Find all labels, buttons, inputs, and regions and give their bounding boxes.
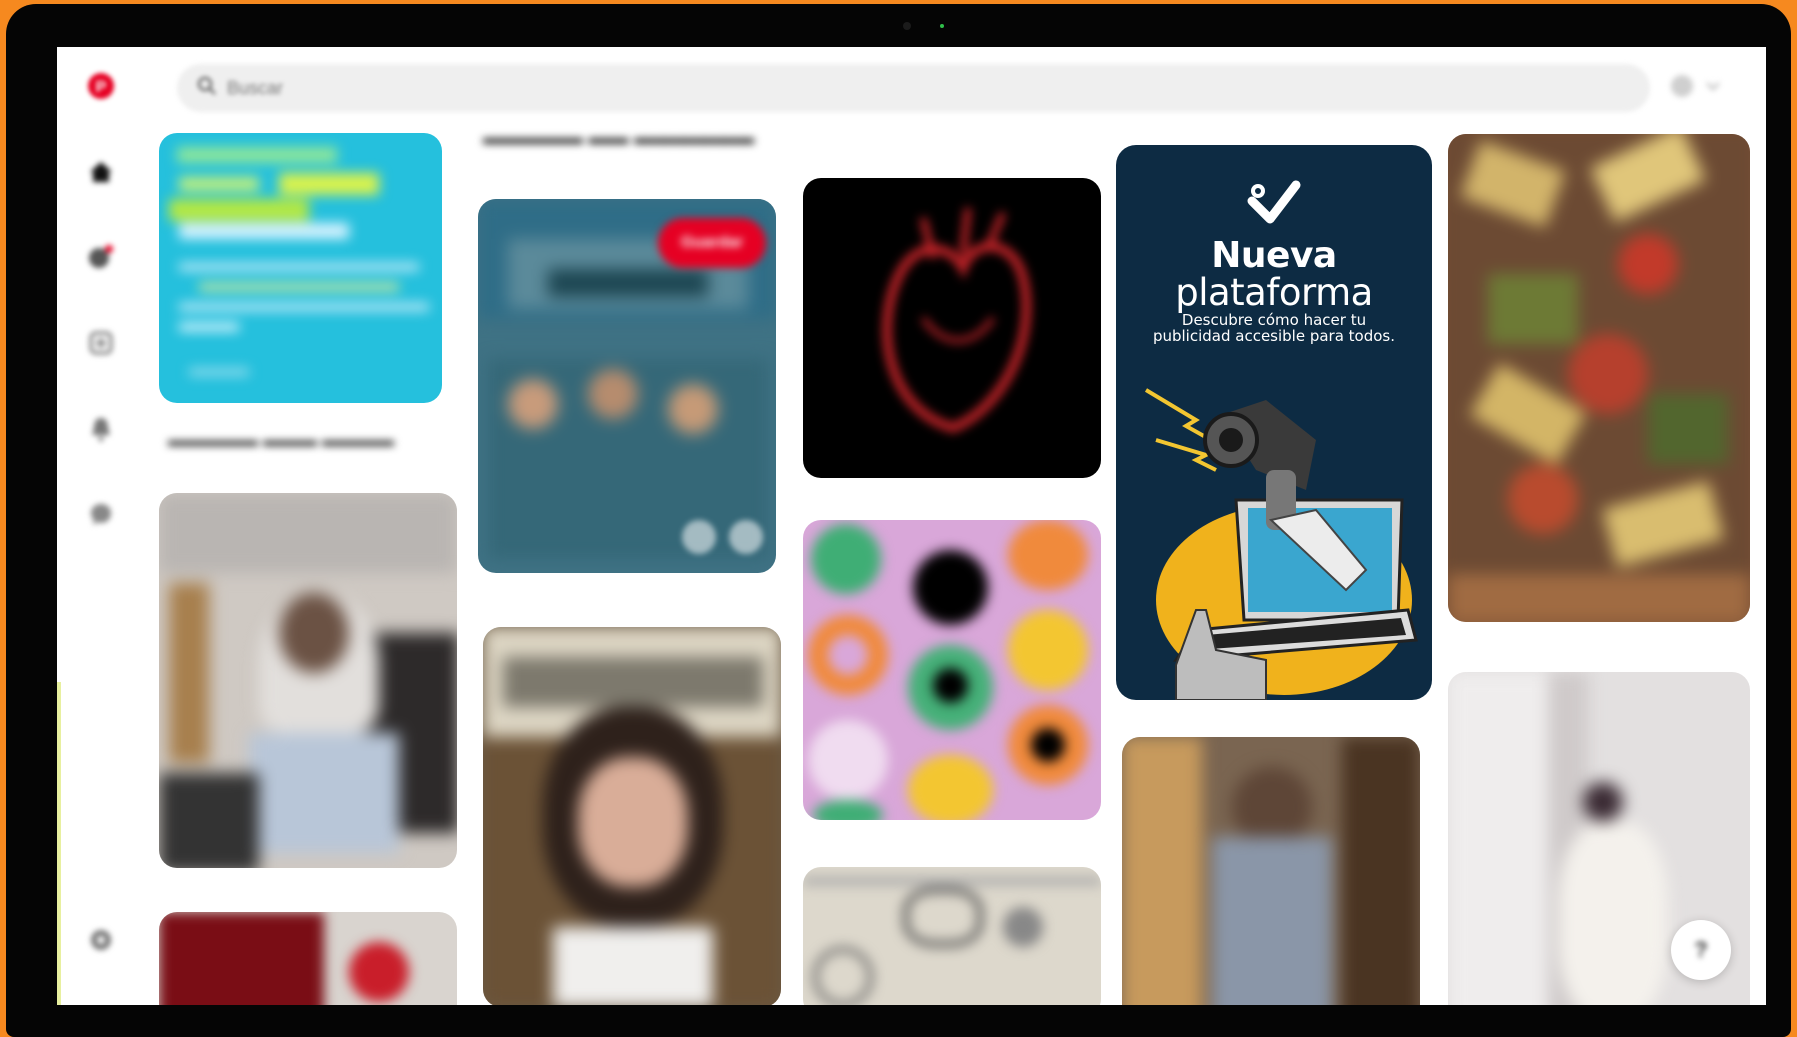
logo-icon[interactable]: P (77, 62, 125, 110)
help-button[interactable]: ? (1671, 920, 1731, 980)
camera-led-icon (940, 24, 944, 28)
ad-title-secondary: plataforma (1175, 271, 1373, 314)
messages-icon[interactable] (77, 490, 125, 538)
chevron-down-icon[interactable] (1705, 79, 1721, 93)
search-input[interactable] (225, 76, 525, 100)
create-icon[interactable] (77, 319, 125, 367)
megaphone-laptop-illustration (1144, 388, 1418, 700)
section-title: ▬▬▬▬▬ ▬▬ ▬▬▬▬▬▬ (483, 127, 755, 149)
search-bar[interactable] (177, 64, 1650, 112)
pin-caption: ▬▬▬▬▬ ▬▬▬ ▬▬▬▬ (168, 430, 395, 450)
more-options-button[interactable] (729, 520, 763, 554)
monitor-bezel: P Buscar ▬▬▬▬▬ ▬▬▬ ▬▬▬▬ ▬▬▬▬▬ ▬▬ ▬▬▬▬▬▬ … (6, 4, 1791, 1037)
pin-card[interactable] (159, 912, 457, 1005)
screen: P Buscar ▬▬▬▬▬ ▬▬▬ ▬▬▬▬ ▬▬▬▬▬ ▬▬ ▬▬▬▬▬▬ … (57, 47, 1766, 1005)
explore-icon[interactable] (77, 233, 125, 281)
ad-title: Nueva (1211, 235, 1337, 276)
camera-icon (903, 22, 911, 30)
notifications-icon[interactable] (1669, 73, 1695, 99)
search-icon (197, 76, 217, 101)
pin-card[interactable] (803, 178, 1101, 478)
share-button[interactable] (682, 520, 716, 554)
pin-card[interactable] (1122, 737, 1420, 1005)
ad-card[interactable]: Nueva plataforma Descubre cómo hacer tu … (1116, 145, 1432, 700)
help-label: ? (1694, 937, 1708, 962)
save-button[interactable]: Guardar (658, 218, 766, 268)
ad-subtitle: Descubre cómo hacer tu publicidad accesi… (1152, 311, 1396, 345)
settings-icon[interactable] (77, 916, 125, 964)
svg-text:P: P (96, 79, 107, 96)
pin-card[interactable] (803, 867, 1101, 1005)
home-icon[interactable] (77, 148, 125, 196)
pin-card[interactable] (483, 627, 781, 1005)
pin-card[interactable] (803, 520, 1101, 820)
pin-card[interactable] (1448, 134, 1750, 622)
sidebar: P (57, 47, 145, 1005)
notifications-icon[interactable] (77, 405, 125, 453)
brand-logo-icon (1247, 180, 1301, 224)
pin-card[interactable] (159, 493, 457, 868)
pin-card[interactable] (159, 133, 442, 403)
